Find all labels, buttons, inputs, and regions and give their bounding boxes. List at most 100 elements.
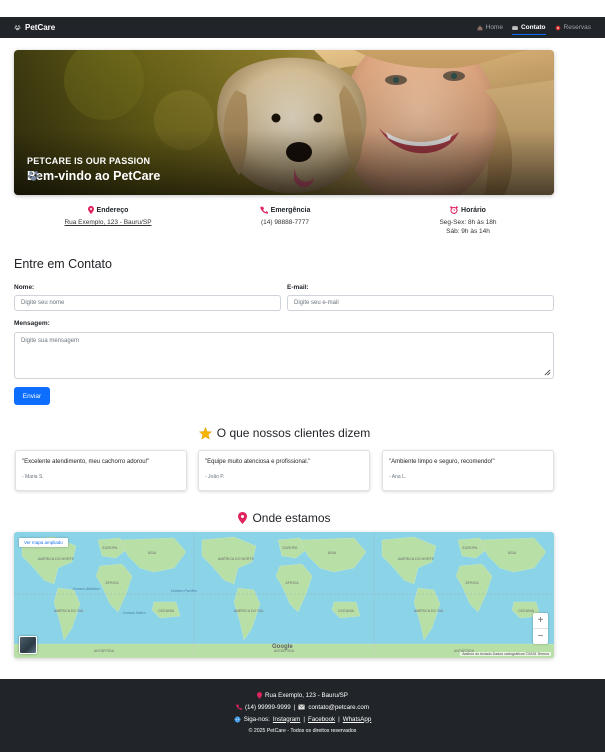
map-label-ind: Oceano Índico (122, 611, 145, 615)
envelope-icon (298, 704, 306, 710)
navbar: PetCare Home Contato Reservas (0, 17, 605, 38)
testimonial-quote: "Ambiente limpo e seguro, recomendo!" (389, 459, 495, 465)
testimonial-quote: "Excelente atendimento, meu cachorro ado… (22, 459, 150, 465)
map-label-eu: EUROPA (463, 546, 479, 550)
instagram-link[interactable]: Instagram (273, 716, 301, 723)
testimonial-author: - João P. (205, 474, 225, 480)
message-placeholder: Digite sua mensagem (21, 338, 80, 344)
calendar-icon (555, 25, 560, 30)
hours-saturday: Sáb: 9h às 14h (446, 228, 490, 235)
map-pin-icon (257, 691, 263, 699)
map-label-asia: ÁSIA (148, 551, 157, 555)
nav-reservas[interactable]: Reservas (555, 17, 591, 38)
email-input[interactable]: Digite seu e-mail (287, 295, 554, 311)
map-label-asia: ÁSIA (508, 551, 517, 555)
map-pin-icon (87, 206, 94, 214)
map-label-na: AMÉRICA DO NORTE (218, 556, 255, 561)
view-larger-map-link[interactable]: Ver mapa ampliado (19, 538, 68, 547)
footer-sep: | (293, 703, 296, 711)
zoom-in-button[interactable]: + (533, 613, 548, 628)
hero-banner: PETCARE IS OUR PASSION Bem-vindo ao PetC… (14, 50, 554, 195)
globe-icon (234, 715, 241, 723)
hero-title-text: Bem-vindo ao PetCare (27, 169, 161, 183)
footer-sep: | (303, 715, 305, 723)
testimonial-card: "Ambiente limpo e seguro, recomendo!" - … (382, 450, 554, 491)
footer-sep: | (338, 715, 340, 723)
footer-address: Rua Exemplo, 123 - Bauru/SP (0, 689, 605, 701)
phone-icon (260, 206, 268, 214)
map-label-eu: EUROPA (283, 546, 299, 550)
resize-handle-icon[interactable] (544, 369, 551, 376)
hours-weekday: Seg-Sex: 8h às 18h (439, 219, 497, 226)
message-textarea[interactable]: Digite sua mensagem (14, 332, 554, 379)
footer-phone: (14) 99999-9999 (245, 703, 291, 711)
map-zoom-controls: + − (533, 613, 548, 644)
map-label-sa: AMÉRICA DO SUL (234, 608, 265, 613)
footer: Rua Exemplo, 123 - Bauru/SP (14) 99999-9… (0, 679, 605, 752)
zoom-out-button[interactable]: − (533, 628, 548, 643)
hero-title: Bem-vindo ao PetCare (27, 169, 160, 183)
testimonial-author: - Ana L. (389, 474, 407, 480)
footer-copyright: © 2025 PetCare - Todos os direitos reser… (248, 728, 357, 734)
alarm-clock-icon (450, 206, 458, 214)
facebook-link[interactable]: Facebook (308, 716, 335, 723)
info-emergency-label: Emergência (195, 206, 375, 214)
embedded-map[interactable]: AMÉRICA DO NORTE AMÉRICA DO SUL EUROPA Á… (14, 532, 554, 658)
map-label-af: ÁFRICA (465, 581, 479, 585)
house-icon (477, 25, 483, 30)
map-label-atl: Oceano Atlântico (72, 587, 99, 591)
map-label-sa: AMÉRICA DO SUL (414, 608, 445, 613)
map-label-ant: ANTÁRTIDA (94, 649, 115, 653)
google-logo: Google (272, 644, 293, 650)
send-button[interactable]: Enviar (14, 387, 50, 405)
name-label: Nome: (14, 284, 35, 291)
message-label: Mensagem: (14, 320, 50, 327)
footer-contacts: (14) 99999-9999 | contato@petcare.com (0, 701, 605, 713)
testimonial-quote: "Equipe muito atenciosa e profissional." (205, 459, 311, 465)
nav-home[interactable]: Home (477, 17, 503, 38)
info-hours-label: Horário (378, 206, 558, 214)
map-label-oc: OCEANIA (158, 609, 175, 613)
map-label-eu: EUROPA (103, 546, 119, 550)
map-label-na: AMÉRICA DO NORTE (38, 556, 75, 561)
map-attribution[interactable]: Atalhos do teclado Dados cartográficos ©… (460, 652, 551, 656)
hero-subtitle: PETCARE IS OUR PASSION (27, 156, 151, 166)
nav-contato[interactable]: Contato (511, 17, 546, 38)
info-address-label: Endereço (18, 206, 198, 214)
map-label-asia: ÁSIA (328, 551, 337, 555)
map-label-na: AMÉRICA DO NORTE (398, 556, 435, 561)
address-link[interactable]: Rua Exemplo, 123 - Bauru/SP (64, 219, 151, 226)
testimonial-author: - Maria S. (22, 474, 44, 480)
footer-email: contato@petcare.com (308, 703, 369, 711)
nav-home-label: Home (485, 24, 503, 31)
brand[interactable]: PetCare (14, 23, 55, 32)
brand-name: PetCare (25, 23, 56, 32)
map-satellite-toggle[interactable] (19, 636, 37, 654)
info-hours: Horário Seg-Sex: 8h às 18h Sáb: 9h às 14… (378, 206, 558, 236)
paw-icon (14, 25, 21, 31)
email-label: E-mail: (287, 284, 309, 291)
nav-contato-label: Contato (520, 24, 546, 31)
map-label-af: ÁFRICA (105, 581, 119, 585)
testimonial-card: "Excelente atendimento, meu cachorro ado… (15, 450, 187, 491)
whatsapp-link[interactable]: WhatsApp (343, 716, 372, 723)
map-label-af: ÁFRICA (285, 581, 299, 585)
name-input[interactable]: Digite seu nome (14, 295, 281, 311)
envelope-icon (512, 25, 518, 30)
nav-reservas-label: Reservas (563, 24, 591, 31)
star-icon (198, 426, 212, 440)
footer-follow: Siga-nos: (243, 715, 270, 723)
nav-links: Home Contato Reservas (477, 17, 591, 38)
paw-icon (27, 171, 40, 181)
info-address: Endereço Rua Exemplo, 123 - Bauru/SP (18, 206, 198, 227)
map-label-sa: AMÉRICA DO SUL (54, 608, 85, 613)
map-label-oc: OCEANIA (338, 609, 355, 613)
testimonials-title: O que nossos clientes dizem (0, 426, 569, 440)
map-title: Onde estamos (0, 511, 569, 525)
testimonial-card: "Equipe muito atenciosa e profissional."… (198, 450, 370, 491)
contact-title: Entre em Contato (14, 257, 112, 271)
world-map: AMÉRICA DO NORTE AMÉRICA DO SUL EUROPA Á… (14, 532, 554, 658)
map-label-pac: Oceano Pacífico (171, 589, 197, 593)
footer-social: Siga-nos: Instagram | Facebook | WhatsAp… (0, 713, 605, 725)
map-pin-icon (238, 512, 248, 524)
